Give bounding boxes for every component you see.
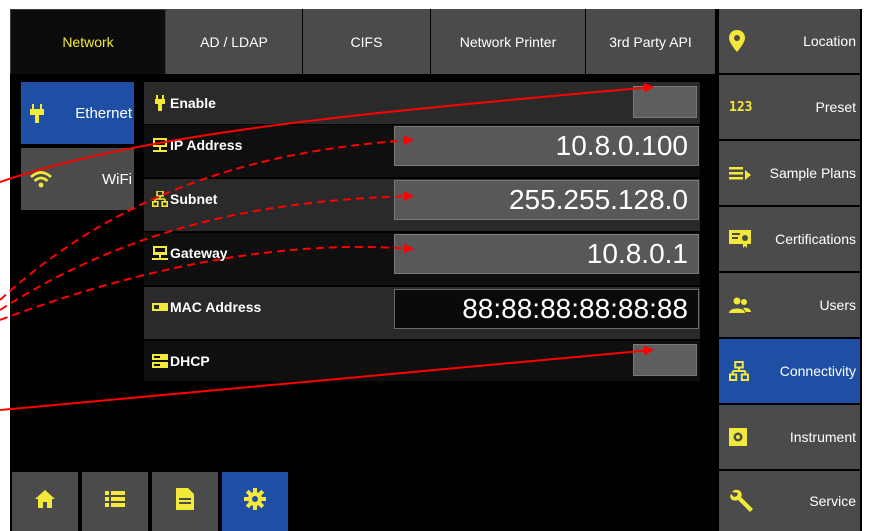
nav-users[interactable]: Users [719,273,860,337]
ip-address-value: 10.8.0.100 [555,130,688,161]
subtab-wifi[interactable]: WiFi [21,148,134,210]
nav-label: Users [819,297,856,313]
gateway-value: 10.8.0.1 [586,238,688,269]
nav-sample-plans[interactable]: Sample Plans [719,141,860,205]
enable-label: Enable [170,95,216,111]
dhcp-toggle[interactable] [633,344,697,376]
instrument-icon [729,428,747,446]
tab-label: AD / LDAP [200,33,268,50]
preset-123-icon: 123 [729,99,753,115]
mac-address-label: MAC Address [170,299,262,315]
document-button[interactable] [152,472,218,531]
tab-cifs[interactable]: CIFS [303,9,431,74]
server-icon [152,353,168,369]
subtab-label: Ethernet [75,104,132,122]
network-card-icon [152,299,168,315]
enable-row: Enable [144,82,700,124]
ip-address-field[interactable]: 10.8.0.100 [394,126,699,166]
monitor-network-icon [152,137,168,153]
subtab-ethernet[interactable]: Ethernet [21,82,134,144]
nav-label: Connectivity [779,363,856,379]
ip-address-label: IP Address [170,137,243,153]
network-tree-icon [152,191,168,207]
users-icon [729,297,751,313]
tab-network[interactable]: Network [10,9,166,74]
ethernet-plug-icon [29,104,45,123]
mac-address-field: 88:88:88:88:88:88 [394,289,699,329]
nav-connectivity[interactable]: Connectivity [719,339,860,403]
wrench-icon [729,488,755,514]
mac-address-value: 88:88:88:88:88:88 [462,293,688,324]
tab-label: Network [62,34,114,50]
settings-button[interactable] [222,472,288,531]
tab-label: Network Printer [459,33,557,50]
tab-label: CIFS [350,33,383,50]
nav-label: Instrument [789,429,856,445]
gateway-icon [152,245,168,261]
nav-label: Preset [815,99,856,115]
nav-label: Service [809,493,856,509]
nav-service[interactable]: Service [719,471,860,531]
location-pin-icon [729,30,745,52]
list-icon [105,490,125,513]
subnet-field[interactable]: 255.255.128.0 [394,180,699,220]
tab-ad-ldap[interactable]: AD / LDAP [166,9,303,74]
list-button[interactable] [82,472,148,531]
nav-label: Location [803,33,856,49]
tab-3rd-party-api[interactable]: 3rd Party API [586,9,716,74]
home-icon [34,489,56,514]
tab-label: 3rd Party API [609,33,692,50]
subnet-label: Subnet [170,191,218,207]
wifi-icon [29,171,53,188]
certificate-icon [729,230,751,248]
list-arrow-icon [729,165,753,181]
nav-label: Sample Plans [769,165,856,181]
gateway-field[interactable]: 10.8.0.1 [394,234,699,274]
gateway-label: Gateway [170,245,228,261]
enable-toggle[interactable] [633,86,697,118]
nav-preset[interactable]: 123 Preset [719,75,860,139]
plug-icon [152,95,168,111]
nav-instrument[interactable]: Instrument [719,405,860,469]
network-tree-icon [729,361,749,381]
home-button[interactable] [12,472,78,531]
nav-location[interactable]: Location [719,9,860,73]
nav-label: Certifications [775,231,856,247]
dhcp-row: DHCP [144,341,700,381]
nav-certifications[interactable]: Certifications [719,207,860,271]
gear-icon [244,488,266,515]
tab-network-printer[interactable]: Network Printer [431,9,586,74]
device-screen: Network AD / LDAP CIFS Network Printer 3… [10,9,862,531]
subtab-label: WiFi [102,170,132,188]
dhcp-label: DHCP [170,353,210,369]
subnet-value: 255.255.128.0 [508,184,688,215]
document-icon [176,488,194,515]
